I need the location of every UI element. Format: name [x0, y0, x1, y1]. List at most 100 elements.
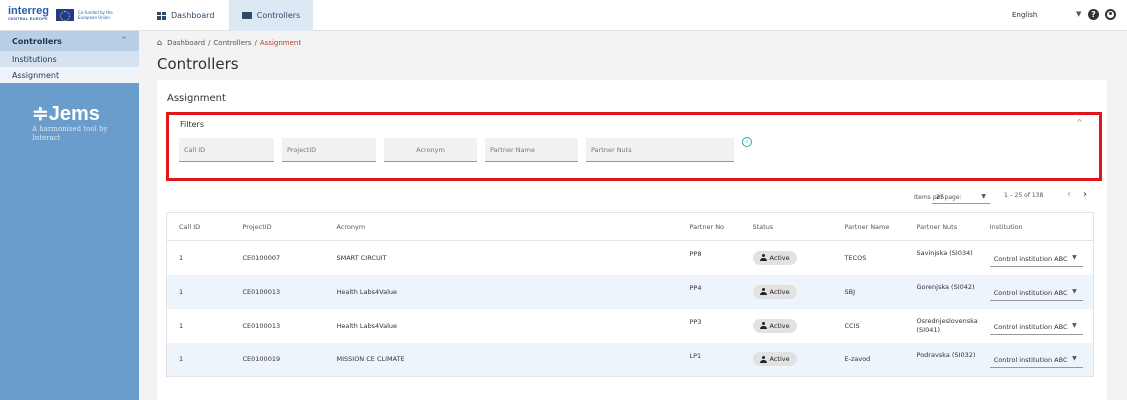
call-id-filter-input[interactable]: Call ID: [179, 138, 274, 162]
page-size-value: 25: [936, 193, 945, 201]
assignment-table: Call ID ProjectID Acronym Partner No Sta…: [166, 212, 1094, 377]
tab-controllers[interactable]: Controllers: [229, 0, 313, 31]
institution-value: Control institution ABC: [993, 254, 1068, 263]
breadcrumb-separator: /: [208, 38, 211, 47]
chevron-up-icon[interactable]: ^: [121, 36, 127, 44]
eu-flag-icon: [55, 9, 74, 21]
project-id-filter-input[interactable]: ProjectID: [282, 138, 376, 162]
table-row[interactable]: 1 CE0100013 Health Labs4Value PP3 Active…: [167, 309, 1094, 343]
cell-acronym: Health Labs4Value: [336, 321, 398, 330]
chevron-up-icon[interactable]: ^: [1076, 118, 1083, 127]
caret-down-icon: ▼: [1072, 287, 1077, 295]
cell-institution: Control institution ABC ▼: [977, 342, 1094, 377]
cell-status: Active: [740, 274, 833, 309]
jems-logo: ≑Jems: [32, 101, 100, 126]
cell-partner-nuts: Savinjska (SI034): [916, 249, 973, 257]
cell-project-id: CE0100007: [242, 253, 281, 262]
page-title: Controllers: [157, 55, 239, 73]
person-icon: [759, 288, 767, 295]
column-header-call-id[interactable]: Call ID: [166, 212, 231, 241]
cell-partner-name: TECOS: [844, 253, 867, 262]
column-header-status[interactable]: Status: [740, 212, 833, 241]
cell-call-id: 1: [166, 274, 231, 309]
cell-status: Active: [741, 309, 833, 343]
table-header-row: Call ID ProjectID Acronym Partner No Sta…: [166, 212, 1094, 241]
jems-logo-icon: ≑: [32, 103, 49, 125]
folder-icon: [241, 12, 252, 19]
jems-brand-text: Jems: [48, 103, 100, 125]
cell-acronym: Health Labs4Value: [324, 274, 678, 309]
cell-project-id: CE0100013: [242, 321, 281, 330]
info-icon[interactable]: i: [742, 137, 752, 147]
institution-select[interactable]: Control institution ABC ▼: [989, 350, 1083, 369]
paginator-range: 1 – 25 of 138: [1004, 192, 1044, 199]
cell-status: Active: [740, 342, 833, 377]
column-header-partner-nuts[interactable]: Partner Nuts: [904, 212, 978, 241]
language-select[interactable]: English: [1012, 11, 1037, 19]
status-label: Active: [769, 355, 790, 364]
column-header-partner-no[interactable]: Partner No: [677, 212, 741, 241]
cell-call-id: 1: [179, 321, 184, 330]
cell-partner-name: SBJ: [832, 274, 905, 309]
cell-partner-nuts: Osrednjeslovenska (SI041): [916, 316, 978, 334]
sidebar-section-label: Controllers: [12, 37, 62, 46]
filters-panel: Filters ^ Call ID ProjectID Acronym Part…: [166, 112, 1102, 181]
partner-nuts-filter-input[interactable]: Partner Nuts: [586, 138, 734, 162]
institution-value: Control institution ABC: [993, 356, 1068, 365]
column-header-partner-name[interactable]: Partner Name: [832, 212, 905, 241]
institution-select[interactable]: Control institution ABC ▼: [989, 316, 1083, 335]
column-header-institution[interactable]: Institution: [977, 212, 1094, 241]
table-row[interactable]: 1 CE0100013 Health Labs4Value PP4 Active…: [166, 274, 1094, 309]
status-label: Active: [769, 287, 790, 296]
jems-tagline: A harmonised tool by Interact: [32, 125, 108, 142]
institution-select[interactable]: Control institution ABC ▼: [989, 282, 1083, 301]
dashboard-icon: [157, 11, 166, 20]
home-icon[interactable]: ⌂: [157, 38, 162, 47]
breadcrumb-dashboard[interactable]: Dashboard: [167, 39, 205, 47]
partner-name-filter-input[interactable]: Partner Name: [485, 138, 578, 162]
logo-title: interreg: [8, 5, 49, 17]
institution-value: Control institution ABC: [993, 322, 1068, 331]
cell-partner-nuts: Podravska (SI032): [904, 342, 978, 377]
next-page-icon[interactable]: ›: [1083, 189, 1087, 200]
sidebar-item-assignment[interactable]: Assignment: [0, 67, 139, 83]
cell-institution: Control institution ABC ▼: [978, 309, 1094, 343]
cell-partner-no: PP8: [689, 250, 702, 258]
status-badge: Active: [752, 352, 797, 367]
previous-page-icon[interactable]: ‹: [1067, 189, 1071, 200]
sidebar-item-institutions[interactable]: Institutions: [0, 51, 139, 67]
cell-acronym: MISSION CE CLIMATE: [324, 342, 678, 377]
caret-down-icon[interactable]: ▼: [1076, 10, 1081, 18]
table-row[interactable]: 1 CE0100007 SMART CIRCUIT PP8 Active TEC…: [167, 241, 1094, 275]
breadcrumb-current: Assignment: [259, 38, 302, 47]
cell-call-id: 1: [179, 253, 184, 262]
caret-down-icon: ▼: [1072, 321, 1077, 329]
help-icon[interactable]: ?: [1088, 9, 1099, 20]
breadcrumb: ⌂ Dashboard / Controllers / Assignment: [157, 38, 301, 47]
person-icon: [759, 254, 767, 262]
cell-partner-no: PP3: [689, 317, 702, 326]
sidebar-section-controllers[interactable]: Controllers ^: [0, 31, 139, 51]
breadcrumb-controllers[interactable]: Controllers: [213, 39, 251, 47]
page-size-select[interactable]: 25 ▼: [932, 190, 990, 204]
tab-dashboard[interactable]: Dashboard: [157, 0, 223, 31]
cell-partner-no: LP1: [677, 342, 741, 377]
caret-down-icon: ▼: [981, 193, 986, 200]
status-badge: Active: [752, 318, 797, 333]
interreg-logo[interactable]: interreg CENTRAL EUROPE Co-funded by the…: [8, 6, 130, 24]
acronym-filter-input[interactable]: Acronym: [384, 138, 477, 162]
assignment-card: Assignment Filters ^ Call ID ProjectID A…: [157, 80, 1107, 400]
cell-status: Active: [741, 241, 833, 275]
cell-acronym: SMART CIRCUIT: [336, 253, 387, 262]
cell-institution: Control institution ABC ▼: [977, 274, 1094, 309]
table-row[interactable]: 1 CE0100019 MISSION CE CLIMATE LP1 Activ…: [166, 342, 1094, 377]
institution-value: Control institution ABC: [993, 288, 1068, 297]
tab-dashboard-label: Dashboard: [171, 11, 215, 20]
institution-select[interactable]: Control institution ABC ▼: [989, 248, 1083, 267]
cell-partner-name: CCIS: [844, 321, 860, 330]
cell-call-id: 1: [166, 342, 231, 377]
top-bar: interreg CENTRAL EUROPE Co-funded by the…: [0, 0, 1127, 31]
user-account-icon[interactable]: [1105, 9, 1116, 20]
column-header-project-id[interactable]: ProjectID: [230, 212, 325, 241]
column-header-acronym[interactable]: Acronym: [324, 212, 678, 241]
